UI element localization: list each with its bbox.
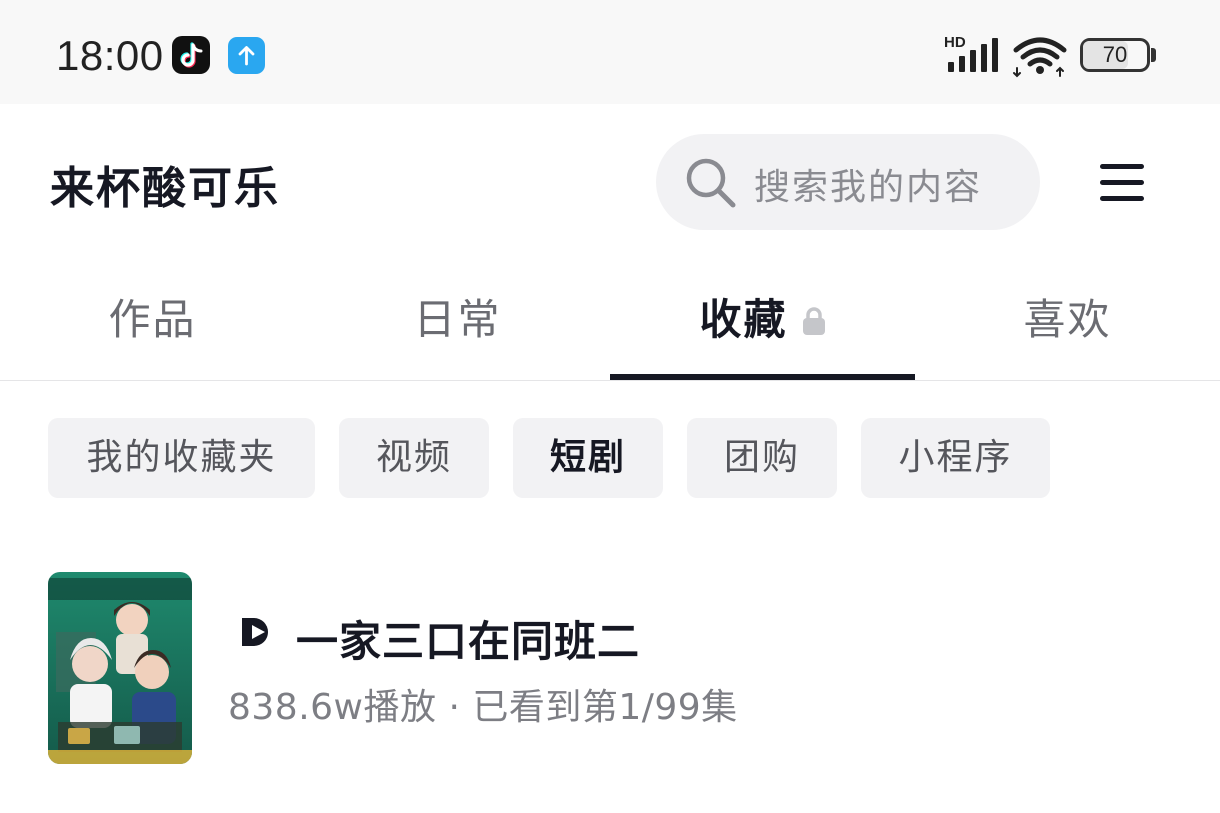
tab-label: 日常	[413, 295, 502, 344]
tab-label: 收藏	[699, 295, 788, 344]
search-icon	[684, 156, 738, 210]
lock-icon	[802, 272, 826, 335]
tabs-divider	[0, 380, 1220, 381]
profile-name: 来杯酸可乐	[50, 163, 280, 214]
tab-works[interactable]: 作品	[0, 270, 305, 380]
search-input[interactable]: 搜索我的内容	[656, 134, 1040, 230]
status-bar: 18:00 HD 70	[0, 0, 1220, 104]
battery-tip	[1151, 48, 1156, 62]
drama-meta: 838.6w播放 · 已看到第1/99集	[228, 687, 738, 728]
chip-label: 我的收藏夹	[86, 437, 277, 478]
list-item[interactable]: 一家三口在同班二 838.6w播放 · 已看到第1/99集	[48, 572, 1198, 766]
status-time: 18:00	[56, 32, 164, 79]
chip-short-drama[interactable]: 短剧	[513, 418, 663, 498]
tab-label: 喜欢	[1023, 295, 1112, 344]
tab-label: 作品	[108, 295, 197, 344]
chip-my-folders[interactable]: 我的收藏夹	[48, 418, 315, 498]
chip-label: 短剧	[549, 437, 626, 478]
profile-tabs: 作品 日常 收藏 喜欢	[0, 270, 1220, 380]
chip-group-buy[interactable]: 团购	[687, 418, 837, 498]
hamburger-menu-icon[interactable]	[1100, 164, 1146, 202]
search-placeholder: 搜索我的内容	[754, 167, 983, 208]
chip-mini-programs[interactable]: 小程序	[861, 418, 1050, 498]
drama-poster[interactable]	[48, 572, 192, 764]
wifi-icon	[1012, 36, 1068, 78]
chip-label: 团购	[723, 437, 800, 478]
signal-icon: HD	[944, 34, 1002, 74]
battery-percent: 70	[1102, 42, 1128, 67]
upload-arrow-icon	[228, 37, 265, 74]
drama-title: 一家三口在同班二	[296, 617, 641, 666]
tiktok-icon	[172, 36, 210, 74]
tab-likes[interactable]: 喜欢	[915, 270, 1220, 380]
chip-videos[interactable]: 视频	[339, 418, 489, 498]
tab-daily[interactable]: 日常	[305, 270, 610, 380]
short-drama-play-icon	[238, 612, 278, 652]
chip-label: 视频	[375, 437, 452, 478]
tab-favorites[interactable]: 收藏	[610, 270, 915, 380]
battery-icon: 70	[1080, 38, 1150, 72]
chip-label: 小程序	[898, 437, 1013, 478]
